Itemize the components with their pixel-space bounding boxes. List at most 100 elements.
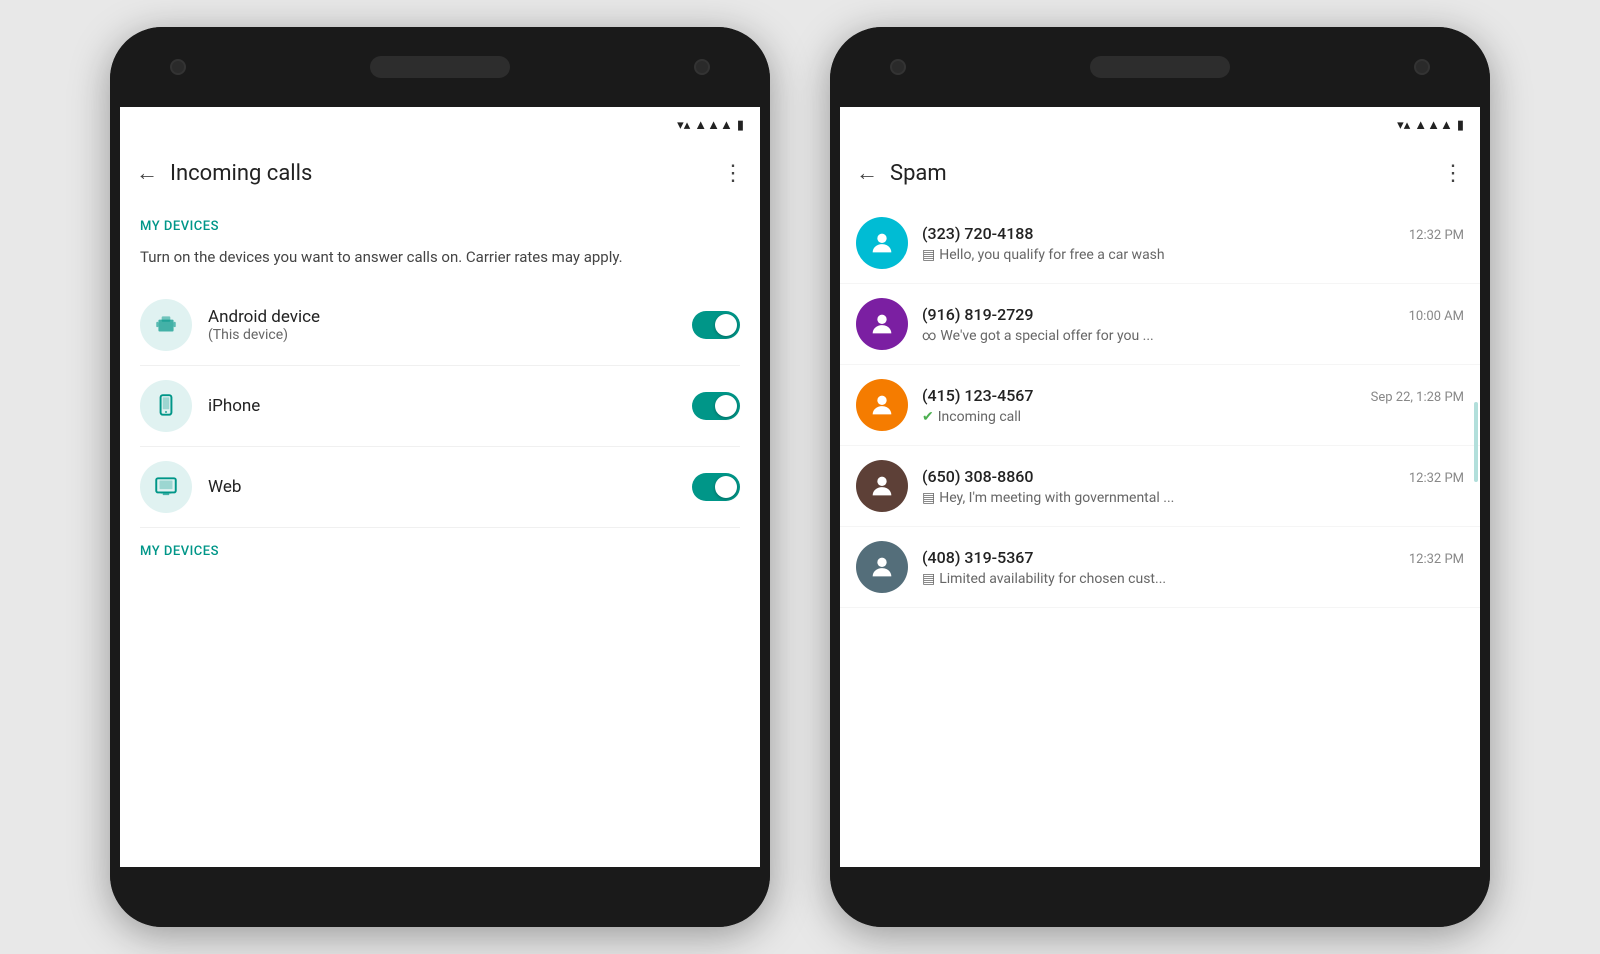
phone-1-speaker xyxy=(370,56,510,78)
section-bottom-header: MY DEVICES xyxy=(120,528,760,563)
contact-header-1: (323) 720-4188 12:32 PM xyxy=(922,224,1464,243)
contact-time-3: Sep 22, 1:28 PM xyxy=(1371,390,1464,405)
battery-icon-2: ▮ xyxy=(1457,118,1464,133)
person-icon-4 xyxy=(868,472,896,500)
contact-info-1: (323) 720-4188 12:32 PM ▤ Hello, you qua… xyxy=(922,224,1464,263)
phone-2-speaker xyxy=(1090,56,1230,78)
preview-text-5: Limited availability for chosen cust... xyxy=(939,571,1166,587)
spam-page-title: Spam xyxy=(890,161,1442,186)
scroll-indicator xyxy=(1474,402,1478,482)
section-my-devices-desc: Turn on the devices you want to answer c… xyxy=(120,238,760,285)
android-device-icon xyxy=(140,299,192,351)
contact-time-1: 12:32 PM xyxy=(1409,228,1464,243)
device-row-web[interactable]: Web xyxy=(120,447,760,527)
battery-icon: ▮ xyxy=(737,118,744,133)
contact-number-4: (650) 308-8860 xyxy=(922,467,1033,486)
spam-contact-2[interactable]: (916) 819-2729 10:00 AM ∞ We've got a sp… xyxy=(840,284,1480,365)
person-icon-2 xyxy=(868,310,896,338)
avatar-5 xyxy=(856,541,908,593)
phone-1-camera-right xyxy=(694,59,710,75)
spam-contact-3[interactable]: (415) 123-4567 Sep 22, 1:28 PM ✔ Incomin… xyxy=(840,365,1480,446)
android-device-toggle[interactable] xyxy=(692,311,740,339)
android-device-name: Android device xyxy=(208,307,676,327)
phone-2-camera-left xyxy=(890,59,906,75)
contact-preview-2: ∞ We've got a special offer for you ... xyxy=(922,328,1464,344)
contact-header-2: (916) 819-2729 10:00 AM xyxy=(922,305,1464,324)
web-device-icon xyxy=(140,461,192,513)
iphone-device-info: iPhone xyxy=(208,396,676,416)
preview-text-4: Hey, I'm meeting with governmental ... xyxy=(939,490,1174,506)
preview-text-3: Incoming call xyxy=(938,409,1021,425)
contact-number-1: (323) 720-4188 xyxy=(922,224,1033,243)
web-device-name: Web xyxy=(208,477,676,497)
contact-header-3: (415) 123-4567 Sep 22, 1:28 PM xyxy=(922,386,1464,405)
preview-text-2: We've got a special offer for you ... xyxy=(940,328,1153,344)
spam-more-options-button[interactable]: ⋮ xyxy=(1442,161,1464,186)
phone-1-app-bar: ← Incoming calls ⋮ xyxy=(120,143,760,203)
back-button[interactable]: ← xyxy=(136,160,158,186)
iphone-device-name: iPhone xyxy=(208,396,676,416)
phone-1: ▾▴ ▲▲▲ ▮ ← Incoming calls ⋮ MY DEVICES T… xyxy=(110,27,770,927)
msg-icon-4: ▤ xyxy=(922,490,935,506)
contact-time-5: 12:32 PM xyxy=(1409,552,1464,567)
contact-time-4: 12:32 PM xyxy=(1409,471,1464,486)
iphone-device-icon xyxy=(140,380,192,432)
phone-1-screen: ▾▴ ▲▲▲ ▮ ← Incoming calls ⋮ MY DEVICES T… xyxy=(120,107,760,867)
contact-number-5: (408) 319-5367 xyxy=(922,548,1033,567)
person-icon-3 xyxy=(868,391,896,419)
contact-info-5: (408) 319-5367 12:32 PM ▤ Limited availa… xyxy=(922,548,1464,587)
spam-list-container: (323) 720-4188 12:32 PM ▤ Hello, you qua… xyxy=(840,203,1480,867)
signal-icon-2: ▲▲▲ xyxy=(1414,117,1453,133)
avatar-3 xyxy=(856,379,908,431)
wifi-icon: ▾▴ xyxy=(677,118,690,133)
spam-contact-4[interactable]: (650) 308-8860 12:32 PM ▤ Hey, I'm meeti… xyxy=(840,446,1480,527)
status-icons: ▾▴ ▲▲▲ ▮ xyxy=(677,117,744,133)
desktop-icon xyxy=(153,474,179,500)
avatar-4 xyxy=(856,460,908,512)
preview-text-1: Hello, you qualify for free a car wash xyxy=(939,247,1164,263)
person-icon-5 xyxy=(868,553,896,581)
contact-info-3: (415) 123-4567 Sep 22, 1:28 PM ✔ Incomin… xyxy=(922,386,1464,425)
phone-1-top xyxy=(110,27,770,107)
contact-info-4: (650) 308-8860 12:32 PM ▤ Hey, I'm meeti… xyxy=(922,467,1464,506)
contact-header-4: (650) 308-8860 12:32 PM xyxy=(922,467,1464,486)
web-device-info: Web xyxy=(208,477,676,497)
msg-icon-5: ▤ xyxy=(922,571,935,587)
contact-info-2: (916) 819-2729 10:00 AM ∞ We've got a sp… xyxy=(922,305,1464,344)
phone-2-status-icons: ▾▴ ▲▲▲ ▮ xyxy=(1397,117,1464,133)
web-device-toggle[interactable] xyxy=(692,473,740,501)
contact-preview-5: ▤ Limited availability for chosen cust..… xyxy=(922,571,1464,587)
iphone-icon xyxy=(153,393,179,419)
phone-2: ▾▴ ▲▲▲ ▮ ← Spam ⋮ xyxy=(830,27,1490,927)
avatar-1 xyxy=(856,217,908,269)
phone-1-status-bar: ▾▴ ▲▲▲ ▮ xyxy=(120,107,760,143)
phone-1-bottom xyxy=(110,867,770,927)
spam-contact-5[interactable]: (408) 319-5367 12:32 PM ▤ Limited availa… xyxy=(840,527,1480,608)
android-device-sub: (This device) xyxy=(208,327,676,343)
phone-2-app-bar: ← Spam ⋮ xyxy=(840,143,1480,203)
iphone-device-toggle[interactable] xyxy=(692,392,740,420)
msg-icon-1: ▤ xyxy=(922,247,935,263)
person-icon-1 xyxy=(868,229,896,257)
wifi-icon-2: ▾▴ xyxy=(1397,118,1410,133)
device-row-iphone[interactable]: iPhone xyxy=(120,366,760,446)
contact-preview-3: ✔ Incoming call xyxy=(922,409,1464,425)
voicemail-icon-2: ∞ xyxy=(922,328,936,344)
phone-2-bottom xyxy=(830,867,1490,927)
contact-header-5: (408) 319-5367 12:32 PM xyxy=(922,548,1464,567)
more-options-button[interactable]: ⋮ xyxy=(722,161,744,186)
spam-contact-1[interactable]: (323) 720-4188 12:32 PM ▤ Hello, you qua… xyxy=(840,203,1480,284)
call-icon-3: ✔ xyxy=(922,409,934,425)
signal-icon: ▲▲▲ xyxy=(694,117,733,133)
phone-2-screen: ▾▴ ▲▲▲ ▮ ← Spam ⋮ xyxy=(840,107,1480,867)
contact-time-2: 10:00 AM xyxy=(1409,309,1464,324)
section-my-devices-header: MY DEVICES xyxy=(120,203,760,238)
spam-back-button[interactable]: ← xyxy=(856,160,878,186)
device-row-android[interactable]: Android device (This device) xyxy=(120,285,760,365)
page-title: Incoming calls xyxy=(170,161,722,186)
phone-2-status-bar: ▾▴ ▲▲▲ ▮ xyxy=(840,107,1480,143)
phone-2-top xyxy=(830,27,1490,107)
phone-1-camera-left xyxy=(170,59,186,75)
android-device-info: Android device (This device) xyxy=(208,307,676,343)
contact-preview-4: ▤ Hey, I'm meeting with governmental ... xyxy=(922,490,1464,506)
